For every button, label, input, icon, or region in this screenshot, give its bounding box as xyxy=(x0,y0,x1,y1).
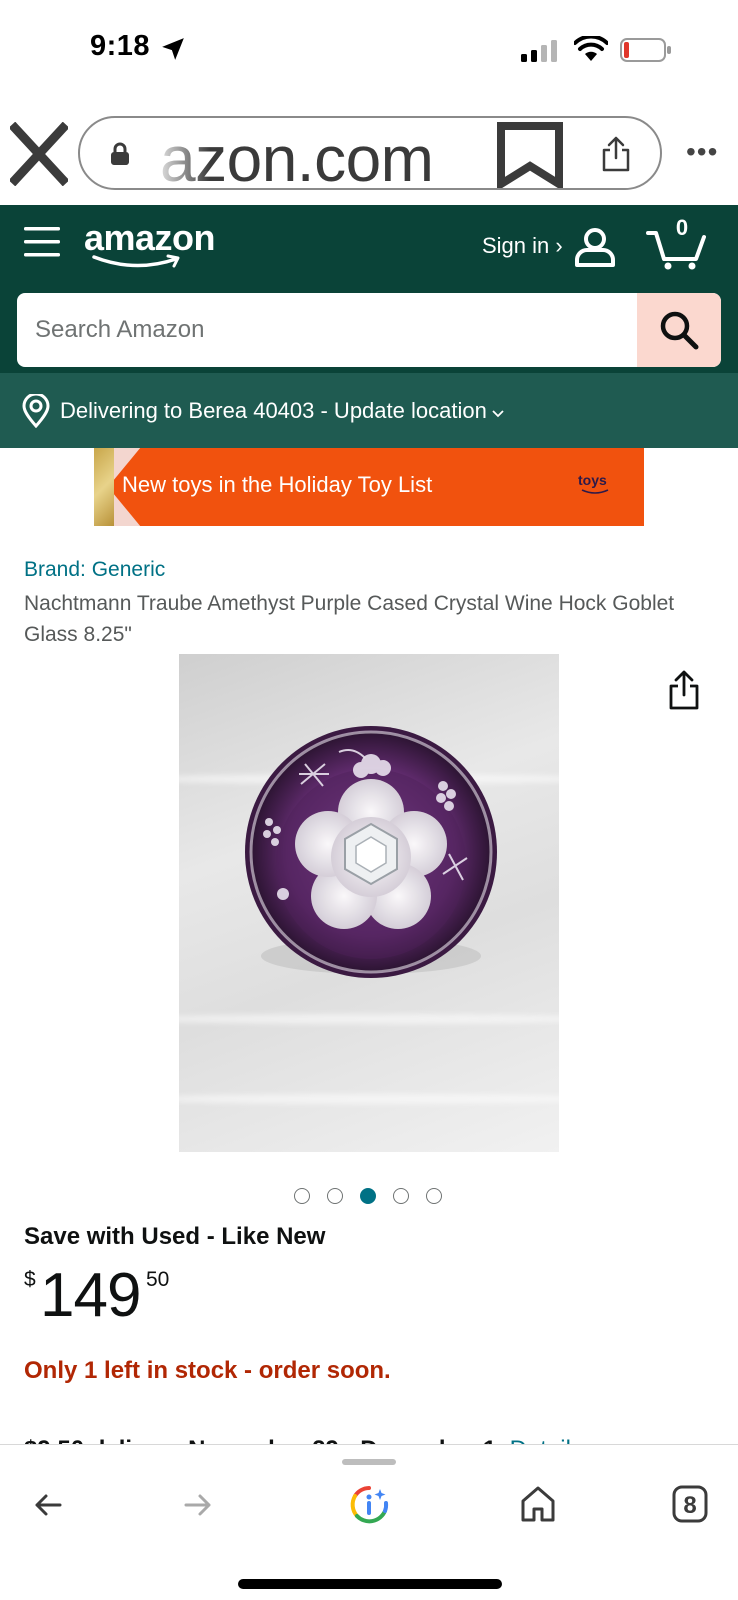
promo-banner[interactable]: New toys in the Holiday Toy List toys xyxy=(94,448,644,526)
delivery-location-bar[interactable]: Delivering to Berea 40403 - Update locat… xyxy=(0,373,738,448)
carousel-dot[interactable] xyxy=(327,1188,343,1204)
brand-link[interactable]: Brand: Generic xyxy=(24,558,165,582)
home-indicator xyxy=(238,1579,502,1589)
price-fraction: 50 xyxy=(146,1268,170,1291)
google-lens-icon[interactable] xyxy=(349,1485,389,1525)
delivery-location-text: Delivering to Berea 40403 - Update locat… xyxy=(60,398,505,424)
delivery-location-label: Delivering to Berea 40403 - Update locat… xyxy=(60,398,487,423)
carousel-dot[interactable] xyxy=(393,1188,409,1204)
product-image[interactable] xyxy=(179,654,559,1152)
carousel-dot-active[interactable] xyxy=(360,1188,376,1204)
chevron-down-icon xyxy=(492,410,504,418)
bookmark-icon[interactable] xyxy=(495,122,565,188)
stock-status: Only 1 left in stock - order soon. xyxy=(24,1357,391,1384)
price-symbol: $ xyxy=(24,1268,36,1291)
offer-label: Save with Used - Like New xyxy=(24,1223,326,1250)
product-title: Nachtmann Traube Amethyst Purple Cased C… xyxy=(24,592,675,646)
photo-fold xyxy=(179,1014,559,1024)
image-carousel-dots[interactable] xyxy=(294,1186,444,1208)
carousel-dot[interactable] xyxy=(426,1188,442,1204)
search-bar xyxy=(0,293,738,373)
share-icon[interactable] xyxy=(668,670,700,710)
promo-ribbon xyxy=(94,448,114,526)
location-pin-icon xyxy=(22,394,50,428)
amazon-smile-icon xyxy=(92,254,180,268)
promo-text: New toys in the Holiday Toy List xyxy=(122,472,433,497)
user-icon[interactable] xyxy=(574,227,616,267)
signal-icon xyxy=(521,40,557,62)
location-arrow-icon xyxy=(162,38,184,60)
battery-icon xyxy=(620,38,671,62)
svg-text:8: 8 xyxy=(683,1492,696,1519)
status-time: 9:18 xyxy=(90,30,151,62)
lock-icon xyxy=(111,142,129,165)
home-icon[interactable] xyxy=(520,1485,556,1523)
photo-fold xyxy=(179,1094,559,1104)
sign-in-link[interactable]: Sign in › xyxy=(482,233,563,259)
close-icon[interactable] xyxy=(10,122,68,186)
forward-arrow-icon[interactable] xyxy=(182,1489,214,1521)
url-field[interactable]: azon.com xyxy=(78,116,662,190)
tabs-icon[interactable]: 8 xyxy=(672,1485,708,1523)
amazon-logo[interactable]: amazon xyxy=(84,217,224,275)
amazon-header: amazon Sign in › 0 xyxy=(0,205,738,293)
price-whole: 149 xyxy=(40,1261,141,1330)
search-icon xyxy=(660,311,699,350)
search-input[interactable] xyxy=(17,293,637,367)
browser-address-bar: azon.com ••• xyxy=(0,100,738,205)
url-fade xyxy=(150,118,210,188)
cart-count: 0 xyxy=(675,215,689,240)
back-arrow-icon[interactable] xyxy=(32,1489,64,1521)
promo-toys-logo: toys xyxy=(578,472,607,488)
carousel-dot[interactable] xyxy=(294,1188,310,1204)
sheet-grabber[interactable] xyxy=(342,1459,396,1465)
hamburger-menu-icon[interactable] xyxy=(24,225,60,259)
more-icon[interactable]: ••• xyxy=(686,138,718,166)
search-button[interactable] xyxy=(637,293,721,367)
goblet-photo xyxy=(245,726,497,978)
status-bar: 9:18 xyxy=(0,0,738,100)
share-icon[interactable] xyxy=(600,136,632,172)
promo-smile-icon xyxy=(581,489,609,494)
browser-bottom-toolbar: 8 xyxy=(0,1444,738,1600)
wifi-icon xyxy=(574,36,608,61)
search-box xyxy=(17,293,721,367)
